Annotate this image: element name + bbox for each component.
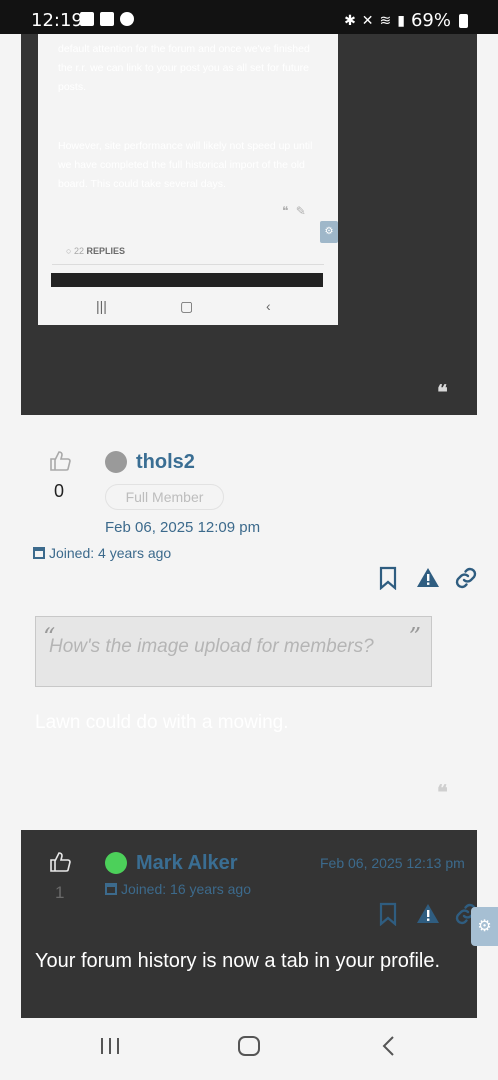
recent-apps-icon[interactable] [99, 1035, 121, 1062]
embedded-screenshot-image: default attention for the forum and once… [38, 34, 338, 325]
username-link[interactable]: Mark Alker [136, 852, 238, 875]
post-body-text: Your forum history is now a tab in your … [35, 950, 441, 972]
report-icon[interactable] [416, 902, 440, 926]
wifi-icon: ≋ [379, 12, 392, 29]
joined-text: Joined: 16 years ago [121, 881, 251, 897]
screenshot-text-1: default attention for the forum and once… [58, 43, 310, 93]
system-nav-bar [0, 1018, 498, 1080]
settings-gear-icon[interactable]: ⚙ [471, 907, 498, 946]
like-count: 1 [55, 883, 65, 902]
mute-icon: ✕ [361, 12, 374, 29]
link-icon[interactable] [454, 566, 478, 590]
screenshot-text-2: However, site performance will likely no… [58, 140, 313, 190]
close-quote-icon: ” [408, 623, 421, 651]
screenshot-quote-icon: ❝ ✎ [282, 204, 308, 218]
online-status-dot [105, 852, 127, 874]
member-rank-badge: Full Member [105, 484, 224, 510]
system-indicators: ✱ ✕ ≋ ▮ 69% [344, 10, 468, 31]
bookmark-icon[interactable] [378, 566, 402, 590]
calendar-icon [33, 547, 45, 559]
screenshot-black-bar [51, 273, 323, 287]
status-bar: 12:19 ✱ ✕ ≋ ▮ 69% [0, 0, 498, 34]
joined-info: Joined: 4 years ago [33, 545, 171, 561]
report-icon[interactable] [416, 566, 440, 590]
screenshot-home-icon: ▢ [180, 298, 194, 314]
wallet-notification-icon [100, 12, 114, 26]
battery-percent: 69% [410, 10, 451, 31]
screenshot-recents-icon: ||| [96, 298, 107, 314]
calendar-icon [105, 883, 117, 895]
thumbs-up-icon[interactable] [49, 451, 71, 476]
quote-text: How's the image upload for members? [49, 636, 374, 657]
back-icon[interactable] [380, 1035, 396, 1062]
post-body-text: Lawn could do with a mowing. [35, 712, 289, 733]
quote-icon[interactable]: ❝ [437, 780, 448, 804]
screenshot-back-icon: ‹ [266, 298, 271, 314]
screenshot-nav-bar: ||| ▢ ‹ [38, 292, 338, 325]
app-notification-icon [120, 12, 134, 26]
post-date-link[interactable]: Feb 06, 2025 12:13 pm [320, 855, 465, 871]
status-time: 12:19 [31, 10, 83, 31]
quoted-post: “ How's the image upload for members? ” [35, 616, 432, 687]
bookmark-icon[interactable] [378, 902, 402, 926]
bluetooth-icon: ✱ [344, 12, 356, 29]
post-date-link[interactable]: Feb 06, 2025 12:09 pm [105, 519, 260, 536]
screenshot-gear-icon: ⚙ [320, 221, 338, 243]
notification-icons [80, 12, 134, 26]
home-icon[interactable] [237, 1035, 261, 1062]
post-actions [378, 566, 478, 590]
thumbs-up-icon[interactable] [49, 852, 71, 877]
joined-info: Joined: 16 years ago [105, 881, 251, 897]
quote-icon[interactable]: ❝ [437, 380, 448, 404]
like-count: 0 [54, 481, 65, 501]
image-notification-icon [80, 12, 94, 26]
signal-icon: ▮ [397, 12, 405, 29]
joined-text: Joined: 4 years ago [49, 545, 172, 561]
offline-status-dot [105, 451, 127, 473]
battery-icon [459, 13, 468, 28]
post-actions [378, 902, 478, 926]
screenshot-divider [52, 264, 324, 265]
username-link[interactable]: thols2 [136, 451, 195, 474]
screenshot-replies: ○ 22 REPLIES [66, 246, 125, 256]
